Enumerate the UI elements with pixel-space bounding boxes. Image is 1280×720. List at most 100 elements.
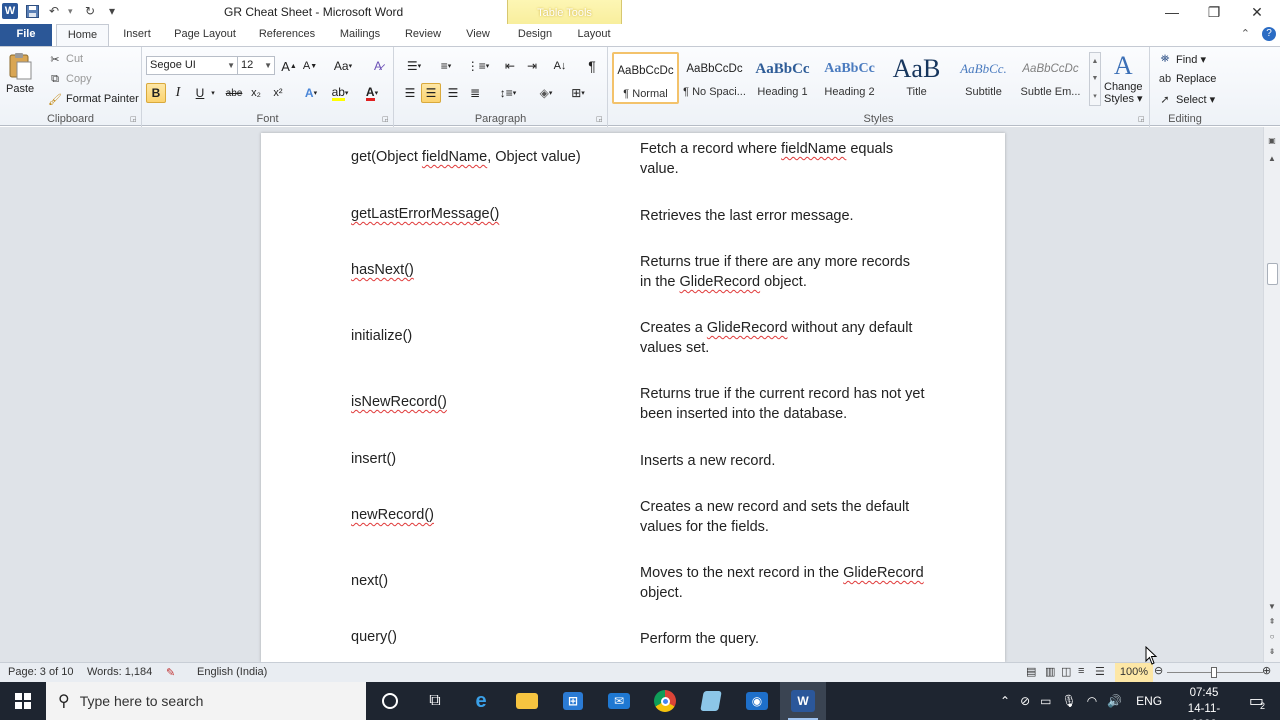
tab-mailings[interactable]: Mailings — [332, 24, 388, 46]
highlight-button[interactable]: ab ▾ — [326, 83, 354, 103]
borders-button[interactable]: ⊞ ▾ — [564, 83, 592, 103]
microphone-icon[interactable]: 🎙 — [1061, 694, 1076, 708]
tab-insert[interactable]: Insert — [114, 24, 160, 46]
description-cell[interactable]: Inserts a new record. — [640, 451, 925, 471]
description-cell[interactable]: Fetch a record where fieldName equals va… — [640, 139, 925, 179]
spelling-error[interactable]: hasNext() — [351, 262, 414, 278]
paste-button[interactable]: Paste — [6, 51, 34, 95]
draft-icon[interactable]: ☰ — [1095, 665, 1105, 678]
edge-app[interactable]: e — [458, 682, 504, 720]
minimize-ribbon-icon[interactable]: ⌃ — [1241, 27, 1250, 41]
spelling-error[interactable]: newRecord() — [351, 507, 434, 523]
redo-icon[interactable]: ↻ — [82, 3, 98, 19]
clear-formatting-button[interactable]: A̷ — [368, 56, 388, 76]
shrink-font-button[interactable]: A ▼ — [300, 56, 320, 76]
spelling-error[interactable]: GlideRecord — [680, 274, 761, 290]
undo-icon[interactable]: ↶ — [46, 3, 62, 19]
style-normal[interactable]: AaBbCcDc ¶ Normal — [612, 52, 679, 104]
language-indicator[interactable]: English (India) — [197, 666, 267, 678]
document-page[interactable]: get(Object fieldName, Object value) Fetc… — [261, 133, 1005, 662]
word-app-icon[interactable]: W — [2, 3, 18, 19]
styles-launcher-icon[interactable]: ◲ — [1138, 116, 1146, 124]
input-language[interactable]: ENG — [1136, 694, 1162, 708]
clock[interactable]: 07:45 14-11-2022 — [1176, 685, 1232, 720]
previous-page-icon[interactable]: ⇞ — [1264, 614, 1280, 628]
method-cell[interactable]: isNewRecord() — [351, 394, 447, 410]
web-layout-icon[interactable]: ◫ — [1061, 665, 1071, 678]
zoom-level[interactable]: 100% — [1115, 663, 1153, 683]
restore-button[interactable]: ❐ — [1192, 0, 1236, 24]
change-case-button[interactable]: Aa ▾ — [330, 56, 356, 76]
scroll-thumb[interactable] — [1267, 263, 1278, 285]
description-cell[interactable]: Retrieves the last error message. — [640, 206, 925, 226]
word-app[interactable]: W — [780, 682, 826, 720]
show-formatting-button[interactable]: ¶ — [582, 56, 602, 76]
tab-view[interactable]: View — [458, 24, 498, 46]
decrease-indent-button[interactable]: ⇤ — [500, 56, 520, 76]
replace-button[interactable]: ab Replace — [1158, 72, 1216, 86]
style-subtle-emphasis[interactable]: AaBbCcDc Subtle Em... — [1017, 52, 1084, 104]
font-color-button[interactable]: A ▾ — [358, 83, 386, 103]
method-cell[interactable]: initialize() — [351, 328, 412, 344]
network-off-icon[interactable]: ⊘ — [1020, 694, 1030, 708]
undo-dropdown-icon[interactable]: ▾ — [68, 6, 76, 17]
tab-design[interactable]: Design — [510, 24, 560, 46]
method-cell[interactable]: insert() — [351, 451, 396, 467]
style-heading-2[interactable]: AaBbCc Heading 2 — [816, 52, 883, 104]
page-count[interactable]: Page: 3 of 10 — [8, 666, 73, 678]
description-cell[interactable]: Returns true if there are any more recor… — [640, 252, 925, 292]
style-no-spacing[interactable]: AaBbCcDc ¶ No Spaci... — [681, 52, 748, 104]
spelling-error[interactable]: isNewRecord() — [351, 394, 447, 410]
taskbar-search[interactable]: ⚲ Type here to search — [46, 682, 366, 720]
description-cell[interactable]: Creates a GlideRecord without any defaul… — [640, 318, 925, 358]
font-launcher-icon[interactable]: ◲ — [382, 116, 390, 124]
underline-dropdown-icon[interactable]: ▾ — [208, 83, 218, 103]
increase-indent-button[interactable]: ⇥ — [522, 56, 542, 76]
text-effects-button[interactable]: A ▾ — [298, 83, 324, 103]
next-page-icon[interactable]: ⇟ — [1264, 644, 1280, 658]
tab-file[interactable]: File — [0, 24, 52, 46]
style-heading-1[interactable]: AaBbCc Heading 1 — [749, 52, 816, 104]
tab-review[interactable]: Review — [398, 24, 448, 46]
align-left-button[interactable]: ☰ — [400, 83, 420, 103]
bullets-button[interactable]: ☰ ▾ — [400, 56, 428, 76]
align-center-button[interactable]: ☰ — [421, 83, 441, 103]
description-cell[interactable]: Returns true if the current record has n… — [640, 384, 925, 424]
tab-layout[interactable]: Layout — [570, 24, 618, 46]
description-cell[interactable]: Perform the query. — [640, 629, 925, 649]
subscript-button[interactable]: x₂ — [246, 83, 266, 103]
tab-references[interactable]: References — [252, 24, 322, 46]
help-icon[interactable]: ? — [1262, 27, 1276, 41]
minimize-button[interactable]: — — [1150, 0, 1194, 24]
strikethrough-button[interactable]: abe — [222, 83, 246, 103]
numbering-button[interactable]: ≡ ▾ — [432, 56, 460, 76]
close-button[interactable]: ✕ — [1235, 0, 1279, 24]
style-title[interactable]: AaB Title — [883, 52, 950, 104]
line-spacing-button[interactable]: ↕≡ ▾ — [494, 83, 522, 103]
outline-icon[interactable]: ≡ — [1078, 665, 1084, 677]
task-view-button[interactable]: ⧉ — [412, 682, 458, 720]
file-explorer-app[interactable] — [504, 682, 550, 720]
paragraph-launcher-icon[interactable]: ◲ — [596, 116, 604, 124]
wifi-icon[interactable]: ◠ — [1087, 694, 1097, 708]
grow-font-button[interactable]: A ▲ — [279, 56, 299, 76]
start-button[interactable] — [0, 682, 46, 720]
clipboard-launcher-icon[interactable]: ◲ — [130, 116, 138, 124]
volume-icon[interactable]: 🔊 — [1107, 694, 1122, 708]
cut-button[interactable]: ✂ Cut — [48, 52, 83, 66]
spelling-error[interactable]: fieldName — [781, 141, 846, 157]
proofing-icon[interactable]: ✎ — [166, 666, 175, 679]
justify-button[interactable]: ≣ — [465, 83, 485, 103]
bold-button[interactable]: B — [146, 83, 166, 103]
align-right-button[interactable]: ☰ — [443, 83, 463, 103]
shading-button[interactable]: ◈ ▾ — [532, 83, 560, 103]
ruler-toggle-icon[interactable]: ▣ — [1264, 133, 1280, 147]
zoom-in-icon[interactable]: ⊕ — [1262, 664, 1271, 677]
mail-app[interactable]: ✉ — [596, 682, 642, 720]
word-count[interactable]: Words: 1,184 — [87, 666, 152, 678]
gallery-more-icon[interactable]: ▾ — [1093, 92, 1097, 100]
full-screen-reading-icon[interactable]: ▥ — [1045, 665, 1055, 678]
spelling-error[interactable]: GlideRecord — [707, 320, 788, 336]
notifications-button[interactable]: ▭ 2 — [1234, 682, 1280, 720]
multilevel-list-button[interactable]: ⋮≡ ▾ — [464, 56, 492, 76]
